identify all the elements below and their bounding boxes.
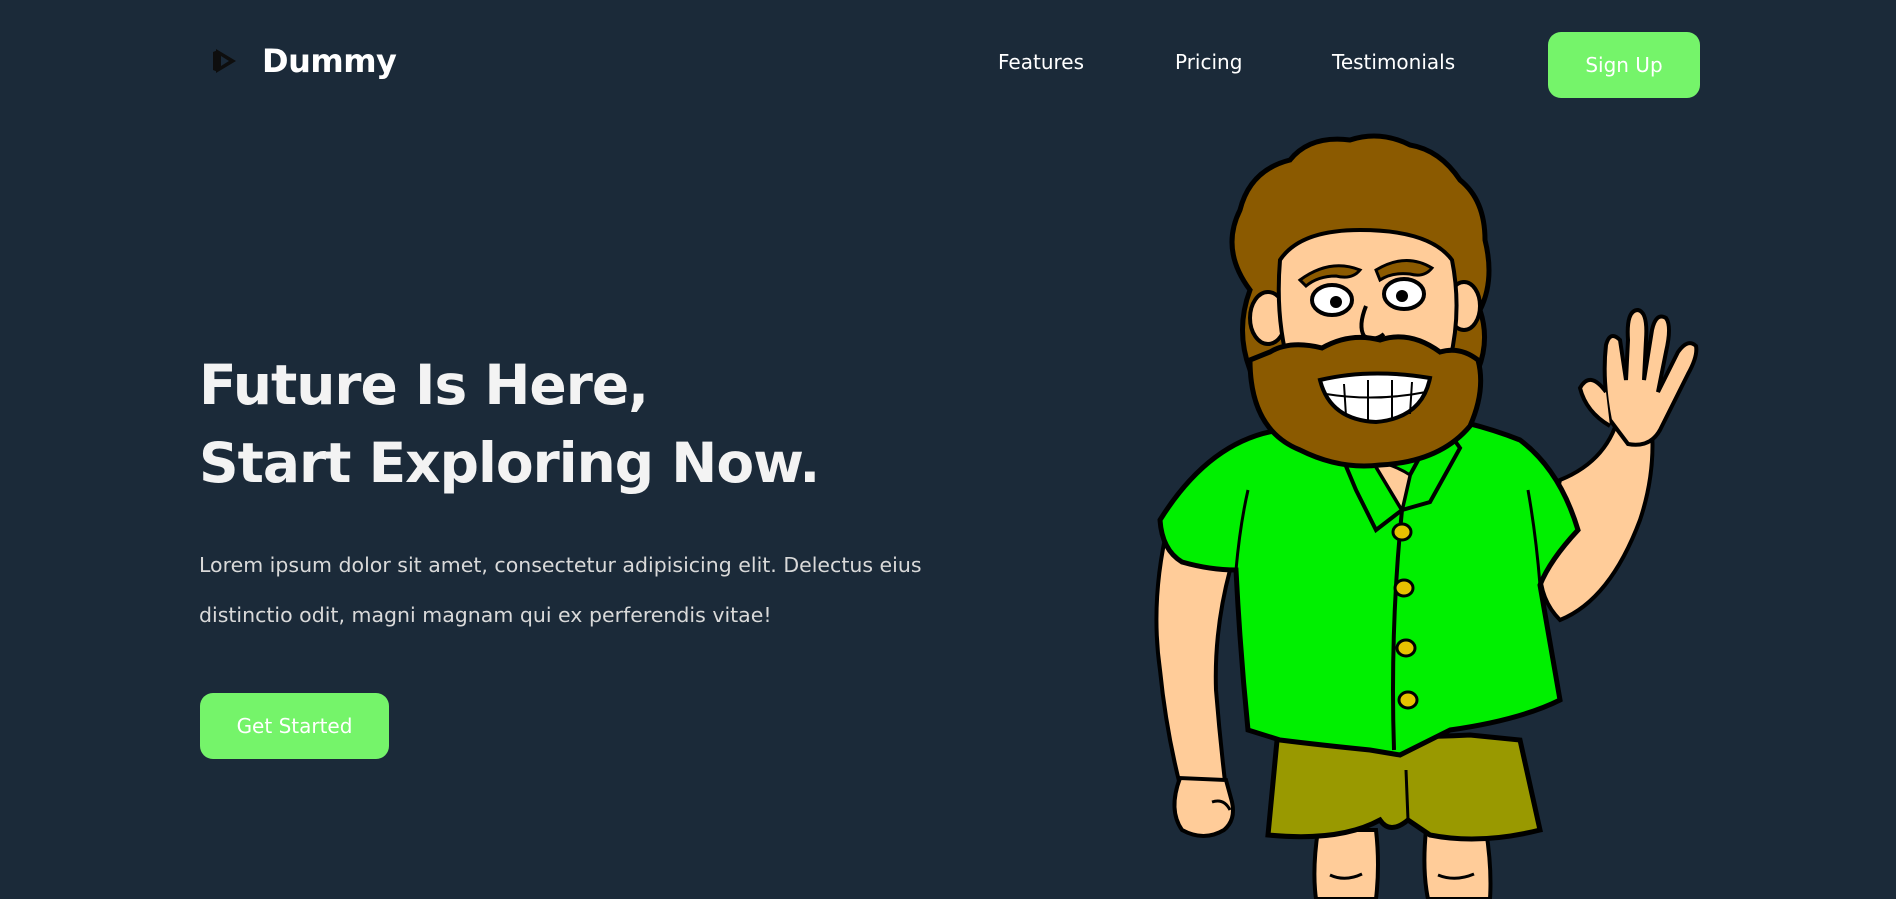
nav-link-testimonials[interactable]: Testimonials xyxy=(1332,50,1455,74)
waving-bearded-man-illustration xyxy=(1154,133,1699,899)
nav-link-features[interactable]: Features xyxy=(998,50,1084,74)
hero-title-line-2: Start Exploring Now. xyxy=(199,431,820,495)
nav-link-pricing[interactable]: Pricing xyxy=(1175,50,1242,74)
hero-title-line-1: Future Is Here, xyxy=(199,353,649,417)
navbar: Dummy Features Pricing Testimonials Sign… xyxy=(0,0,1896,130)
sign-up-button[interactable]: Sign Up xyxy=(1548,32,1700,98)
hero-description: Lorem ipsum dolor sit amet, consectetur … xyxy=(199,553,922,627)
landing-page: Dummy Features Pricing Testimonials Sign… xyxy=(0,0,1896,899)
get-started-button[interactable]: Get Started xyxy=(200,693,389,759)
hero-title: Future Is Here, Start Exploring Now. xyxy=(199,346,820,502)
